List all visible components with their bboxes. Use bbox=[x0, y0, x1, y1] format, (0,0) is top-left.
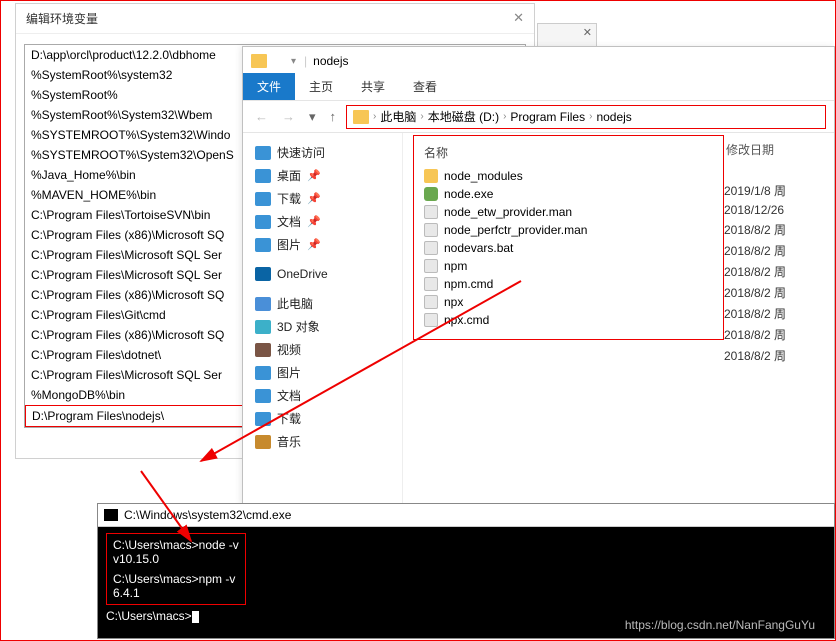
explorer-titlebar: ▾ | nodejs bbox=[243, 47, 834, 75]
file-icon bbox=[424, 259, 438, 273]
file-row[interactable]: node_etw_provider.man bbox=[420, 203, 717, 221]
chevron-down-icon[interactable]: ▾ bbox=[291, 56, 296, 67]
download-icon bbox=[255, 412, 271, 426]
forward-icon[interactable]: → bbox=[278, 109, 299, 124]
file-row[interactable]: npm.cmd bbox=[420, 275, 717, 293]
folder-icon bbox=[353, 110, 369, 124]
cmd-titlebar: C:\Windows\system32\cmd.exe bbox=[98, 504, 834, 527]
tab-share[interactable]: 共享 bbox=[347, 73, 399, 100]
file-row[interactable]: nodevars.bat bbox=[420, 239, 717, 257]
pin-icon: 📌 bbox=[307, 169, 321, 182]
sidebar-music[interactable]: 音乐 bbox=[249, 430, 396, 453]
address-bar[interactable]: › 此电脑 › 本地磁盘 (D:) › Program Files › node… bbox=[346, 105, 826, 129]
sidebar-documents[interactable]: 文档📌 bbox=[249, 210, 396, 233]
tab-file[interactable]: 文件 bbox=[243, 73, 295, 100]
cmd-icon bbox=[104, 509, 118, 521]
sidebar-videos[interactable]: 视频 bbox=[249, 338, 396, 361]
sidebar-3d-objects[interactable]: 3D 对象 bbox=[249, 315, 396, 338]
close-icon[interactable]: ✕ bbox=[513, 10, 524, 27]
file-row[interactable]: npm bbox=[420, 257, 717, 275]
path-pf[interactable]: Program Files bbox=[510, 110, 585, 124]
cmd-title-text: C:\Windows\system32\cmd.exe bbox=[124, 508, 291, 522]
file-icon bbox=[424, 277, 438, 291]
cmd-body[interactable]: C:\Users\macs>node -v v10.15.0 C:\Users\… bbox=[98, 527, 834, 629]
path-leaf[interactable]: nodejs bbox=[596, 110, 631, 124]
address-bar-row: ← → ▾ ↑ › 此电脑 › 本地磁盘 (D:) › Program File… bbox=[243, 101, 834, 133]
file-row[interactable]: node_perfctr_provider.man bbox=[420, 221, 717, 239]
video-icon bbox=[255, 343, 271, 357]
cloud-icon bbox=[255, 267, 271, 281]
file-icon bbox=[424, 295, 438, 309]
sidebar-pictures[interactable]: 图片 bbox=[249, 361, 396, 384]
dialog-titlebar: 编辑环境变量 ✕ bbox=[16, 4, 534, 34]
dialog-title: 编辑环境变量 bbox=[26, 10, 98, 27]
cmd-output-highlight: C:\Users\macs>node -v v10.15.0 C:\Users\… bbox=[106, 533, 246, 605]
file-icon bbox=[424, 241, 438, 255]
back-icon[interactable]: ← bbox=[251, 109, 272, 124]
sidebar-onedrive[interactable]: OneDrive bbox=[249, 264, 396, 284]
file-icon bbox=[424, 313, 438, 327]
file-list: 名称 node_modules node.exe node_etw_provid… bbox=[403, 133, 834, 505]
sidebar-pictures[interactable]: 图片📌 bbox=[249, 233, 396, 256]
file-row[interactable]: npx bbox=[420, 293, 717, 311]
tab-view[interactable]: 查看 bbox=[399, 73, 451, 100]
cursor-icon bbox=[192, 611, 199, 623]
quick-access-icon[interactable] bbox=[273, 54, 287, 68]
file-icon bbox=[424, 205, 438, 219]
tab-home[interactable]: 主页 bbox=[295, 73, 347, 100]
watermark: https://blog.csdn.net/NanFangGuYu bbox=[625, 618, 815, 632]
pin-icon: 📌 bbox=[307, 238, 321, 251]
star-icon bbox=[255, 146, 271, 160]
up-icon[interactable]: ↑ bbox=[326, 109, 341, 124]
sidebar-this-pc[interactable]: 此电脑 bbox=[249, 292, 396, 315]
path-drive[interactable]: 本地磁盘 (D:) bbox=[428, 108, 499, 125]
close-icon[interactable]: ✕ bbox=[583, 26, 592, 39]
pin-icon: 📌 bbox=[307, 215, 321, 228]
sidebar-desktop[interactable]: 桌面📌 bbox=[249, 164, 396, 187]
sidebar-quick-access[interactable]: 快速访问 bbox=[249, 141, 396, 164]
file-row[interactable]: npx.cmd bbox=[420, 311, 717, 329]
background-tab: ✕ bbox=[537, 23, 597, 47]
picture-icon bbox=[255, 366, 271, 380]
ribbon-tabs: 文件 主页 共享 查看 bbox=[243, 75, 834, 101]
download-icon bbox=[255, 192, 271, 206]
exe-icon bbox=[424, 187, 438, 201]
sidebar-downloads[interactable]: 下载 bbox=[249, 407, 396, 430]
file-icon bbox=[424, 223, 438, 237]
desktop-icon bbox=[255, 169, 271, 183]
date-column: 修改日期 2019/1/8 周 2018/12/26 2018/8/2 周 20… bbox=[724, 133, 824, 505]
path-root[interactable]: 此电脑 bbox=[380, 108, 416, 125]
sidebar-downloads[interactable]: 下载📌 bbox=[249, 187, 396, 210]
explorer-window: ▾ | nodejs 文件 主页 共享 查看 ← → ▾ ↑ › 此电脑 › 本… bbox=[242, 46, 835, 506]
file-row[interactable]: node.exe bbox=[420, 185, 717, 203]
pin-icon: 📌 bbox=[307, 192, 321, 205]
window-title: nodejs bbox=[313, 54, 348, 68]
chevron-down-icon[interactable]: ▾ bbox=[305, 109, 320, 125]
file-row[interactable]: node_modules bbox=[420, 167, 717, 185]
document-icon bbox=[255, 389, 271, 403]
music-icon bbox=[255, 435, 271, 449]
file-list-highlight: 名称 node_modules node.exe node_etw_provid… bbox=[413, 135, 724, 340]
navigation-pane: 快速访问 桌面📌 下载📌 文档📌 图片📌 OneDrive 此电脑 3D 对象 … bbox=[243, 133, 403, 505]
folder-icon bbox=[251, 54, 267, 68]
cube-icon bbox=[255, 320, 271, 334]
sidebar-documents[interactable]: 文档 bbox=[249, 384, 396, 407]
pc-icon bbox=[255, 297, 271, 311]
column-header-date[interactable]: 修改日期 bbox=[724, 137, 824, 180]
column-header-name[interactable]: 名称 bbox=[420, 142, 717, 167]
picture-icon bbox=[255, 238, 271, 252]
folder-icon bbox=[424, 169, 438, 183]
document-icon bbox=[255, 215, 271, 229]
